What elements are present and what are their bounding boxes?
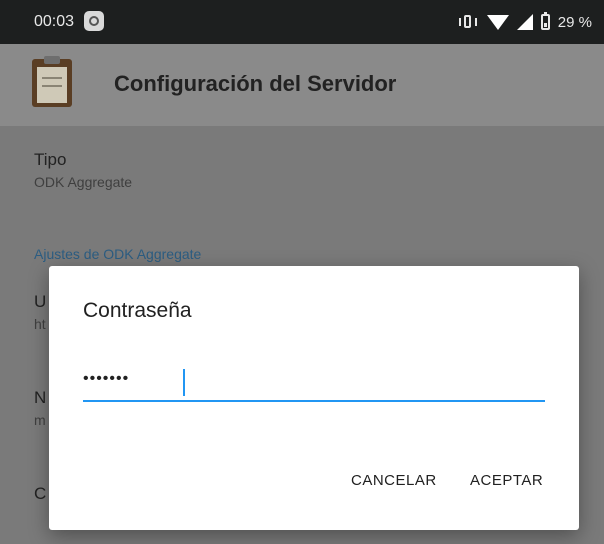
category-header: Ajustes de ODK Aggregate xyxy=(34,246,202,262)
status-icons: 29 % xyxy=(457,12,592,32)
pref-password[interactable]: C xyxy=(34,484,46,504)
text-cursor xyxy=(183,369,185,396)
pref-tipo-summary: ODK Aggregate xyxy=(34,174,133,190)
pref-tipo-title: Tipo xyxy=(34,150,67,169)
pref-username[interactable]: N m xyxy=(34,388,46,428)
cancel-button[interactable]: CANCELAR xyxy=(351,472,437,489)
dialog-title: Contraseña xyxy=(83,299,192,322)
pref-url-title: U xyxy=(34,292,47,311)
battery-icon xyxy=(540,12,550,30)
clipboard-icon xyxy=(32,56,72,107)
pref-password-title: C xyxy=(34,484,47,503)
cell-signal-icon xyxy=(516,14,533,30)
app-bar: Configuración del Servidor xyxy=(0,44,604,126)
vibrate-icon xyxy=(457,14,479,30)
pref-username-summary: m xyxy=(34,412,46,428)
pref-url[interactable]: U ht xyxy=(34,292,46,332)
screen: 00:03 29 % Configuración del Servidor Ti… xyxy=(0,0,604,544)
accept-button[interactable]: ACEPTAR xyxy=(470,472,543,489)
app-title: Configuración del Servidor xyxy=(114,71,397,96)
notification-app-icon xyxy=(84,11,104,31)
status-time: 00:03 xyxy=(34,13,75,30)
wifi-icon xyxy=(486,14,509,30)
battery-percent: 29 % xyxy=(557,13,592,31)
status-bar: 00:03 29 % xyxy=(0,0,604,44)
pref-url-summary: ht xyxy=(34,316,46,332)
password-dialog: Contraseña ••••••• CANCELAR ACEPTAR xyxy=(49,266,579,530)
password-input[interactable] xyxy=(83,366,545,402)
pref-username-title: N xyxy=(34,388,47,407)
pref-tipo[interactable]: Tipo ODK Aggregate xyxy=(34,150,132,190)
